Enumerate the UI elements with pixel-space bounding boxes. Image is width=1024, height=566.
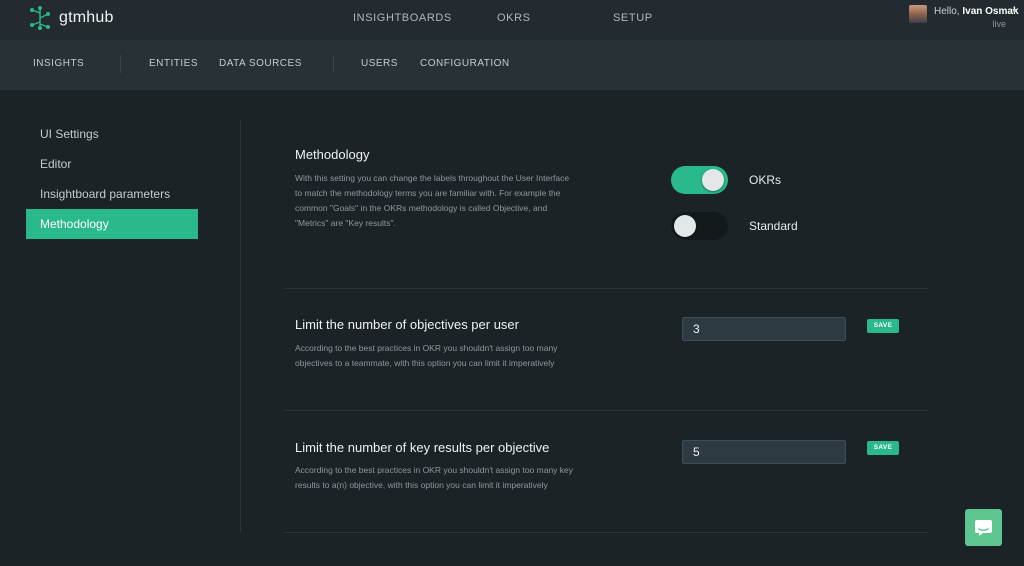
save-objectives-limit-button[interactable]: SAVE bbox=[867, 319, 899, 333]
section-divider bbox=[285, 288, 928, 289]
subnav-data-sources[interactable]: DATA SOURCES bbox=[219, 58, 302, 69]
limit-key-results-description: According to the best practices in OKR y… bbox=[295, 463, 605, 493]
description-line: According to the best practices in OKR y… bbox=[295, 343, 558, 353]
okrs-toggle-label: OKRs bbox=[749, 173, 782, 187]
subnav-users[interactable]: USERS bbox=[361, 58, 398, 69]
nav-okrs[interactable]: OKRS bbox=[497, 12, 531, 24]
toggle-knob bbox=[702, 169, 724, 191]
sub-nav: INSIGHTS ENTITIES DATA SOURCES USERS CON… bbox=[0, 40, 1024, 90]
brand-name[interactable]: gtmhub bbox=[59, 9, 114, 27]
section-divider bbox=[285, 532, 928, 533]
description-line: With this setting you can change the lab… bbox=[295, 173, 570, 183]
key-results-limit-input[interactable] bbox=[682, 440, 846, 464]
environment-label: live bbox=[992, 19, 1006, 29]
caret-down-icon[interactable]: ▼ bbox=[1011, 8, 1018, 15]
standard-toggle[interactable] bbox=[671, 212, 728, 240]
objectives-limit-input[interactable] bbox=[682, 317, 846, 341]
avatar[interactable] bbox=[909, 5, 927, 23]
subnav-insights[interactable]: INSIGHTS bbox=[33, 58, 84, 69]
chat-button[interactable] bbox=[965, 509, 1002, 546]
okrs-toggle[interactable] bbox=[671, 166, 728, 194]
sidebar-divider bbox=[240, 120, 241, 532]
sidebar-item-methodology[interactable]: Methodology bbox=[26, 209, 198, 239]
save-key-results-limit-button[interactable]: SAVE bbox=[867, 441, 899, 455]
methodology-description: With this setting you can change the lab… bbox=[295, 171, 605, 231]
standard-toggle-label: Standard bbox=[749, 219, 798, 233]
top-bar: gtmhub INSIGHTBOARDS OKRS SETUP Hello, I… bbox=[0, 0, 1024, 40]
user-menu[interactable]: Hello, Ivan Osmak bbox=[934, 6, 1019, 17]
description-line: results to a(n) objective, with this opt… bbox=[295, 480, 548, 490]
subnav-divider bbox=[120, 55, 121, 73]
limit-objectives-description: According to the best practices in OKR y… bbox=[295, 341, 605, 371]
sidebar-item-ui-settings[interactable]: UI Settings bbox=[26, 119, 198, 149]
greeting-text: Hello, bbox=[934, 6, 963, 17]
subnav-divider bbox=[333, 55, 334, 73]
gtmhub-logo-icon[interactable] bbox=[28, 5, 52, 31]
description-line: common "Goals" in the OKRs methodology i… bbox=[295, 203, 548, 213]
section-divider bbox=[285, 410, 928, 411]
description-line: objectives to a teammate, with this opti… bbox=[295, 358, 555, 368]
toggle-knob bbox=[674, 215, 696, 237]
methodology-title: Methodology bbox=[295, 147, 370, 162]
description-line: "Metrics" are "Key results". bbox=[295, 218, 396, 228]
limit-objectives-title: Limit the number of objectives per user bbox=[295, 317, 519, 332]
nav-setup[interactable]: SETUP bbox=[613, 12, 653, 24]
subnav-entities[interactable]: ENTITIES bbox=[149, 58, 198, 69]
subnav-configuration[interactable]: CONFIGURATION bbox=[420, 58, 510, 69]
description-line: According to the best practices in OKR y… bbox=[295, 465, 574, 475]
limit-key-results-title: Limit the number of key results per obje… bbox=[295, 440, 550, 455]
sidebar-item-insightboard-parameters[interactable]: Insightboard parameters bbox=[26, 179, 198, 209]
chat-bubble-icon bbox=[975, 520, 992, 536]
description-line: to match the methodology terms you are f… bbox=[295, 188, 561, 198]
sidebar-item-editor[interactable]: Editor bbox=[26, 149, 198, 179]
nav-insightboards[interactable]: INSIGHTBOARDS bbox=[353, 12, 452, 24]
